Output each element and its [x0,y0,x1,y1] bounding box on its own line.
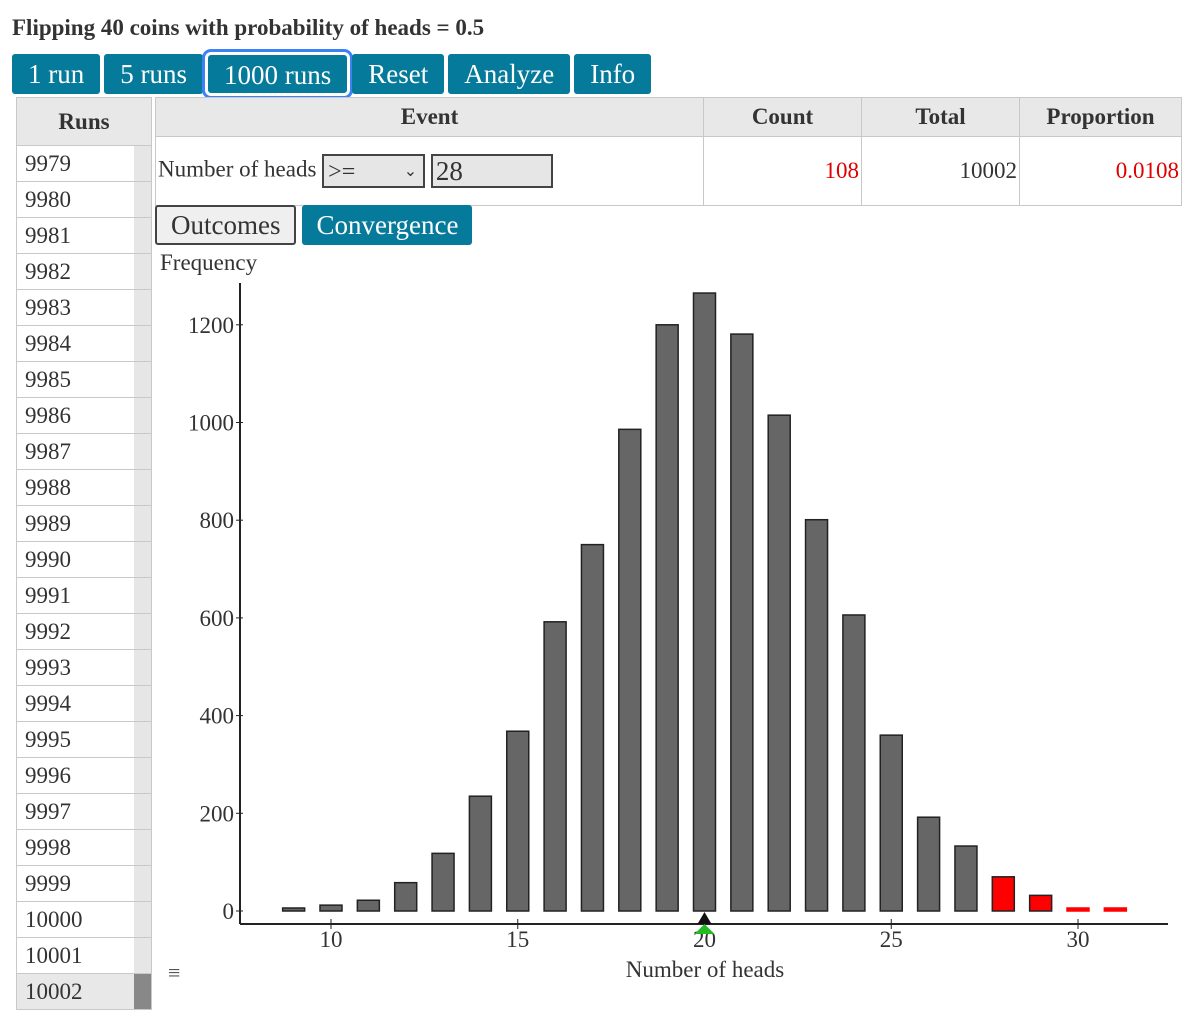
bar [692,292,717,912]
bar [543,621,567,912]
bar [804,518,829,912]
bar [393,881,418,912]
y-tick-label: 1000 [188,411,234,436]
y-tick-label: 200 [200,801,235,826]
bar [506,730,530,912]
y-tick-label: 1200 [188,313,234,338]
bar [842,614,866,912]
bar [655,324,679,912]
bar [580,543,605,912]
x-tick-label: 30 [1067,927,1090,952]
highlighted-bar [1028,894,1053,912]
bar [618,428,642,912]
mean-marker-icon [697,912,712,924]
highlighted-bar [1103,907,1128,912]
y-tick-label: 800 [200,508,235,533]
bar [767,414,791,912]
bar [356,899,381,912]
bar [879,734,903,912]
x-tick-label: 15 [506,927,529,952]
bar [730,333,754,912]
highlighted-bar [1066,907,1090,912]
x-axis-label: Number of heads [626,957,784,982]
highlighted-bar [991,876,1016,912]
bar [431,852,455,912]
bar [916,816,941,912]
bar [468,795,493,912]
bar [281,907,306,912]
bar [954,845,978,912]
x-tick-label: 25 [880,927,903,952]
bar [319,904,343,912]
y-tick-label: 400 [200,704,235,729]
y-tick-label: 600 [200,606,235,631]
x-tick-label: 10 [320,927,343,952]
frequency-chart: 02004006008001000120010 15 20 25 30Number of… [188,283,1168,982]
y-tick-label: 0 [223,899,235,924]
